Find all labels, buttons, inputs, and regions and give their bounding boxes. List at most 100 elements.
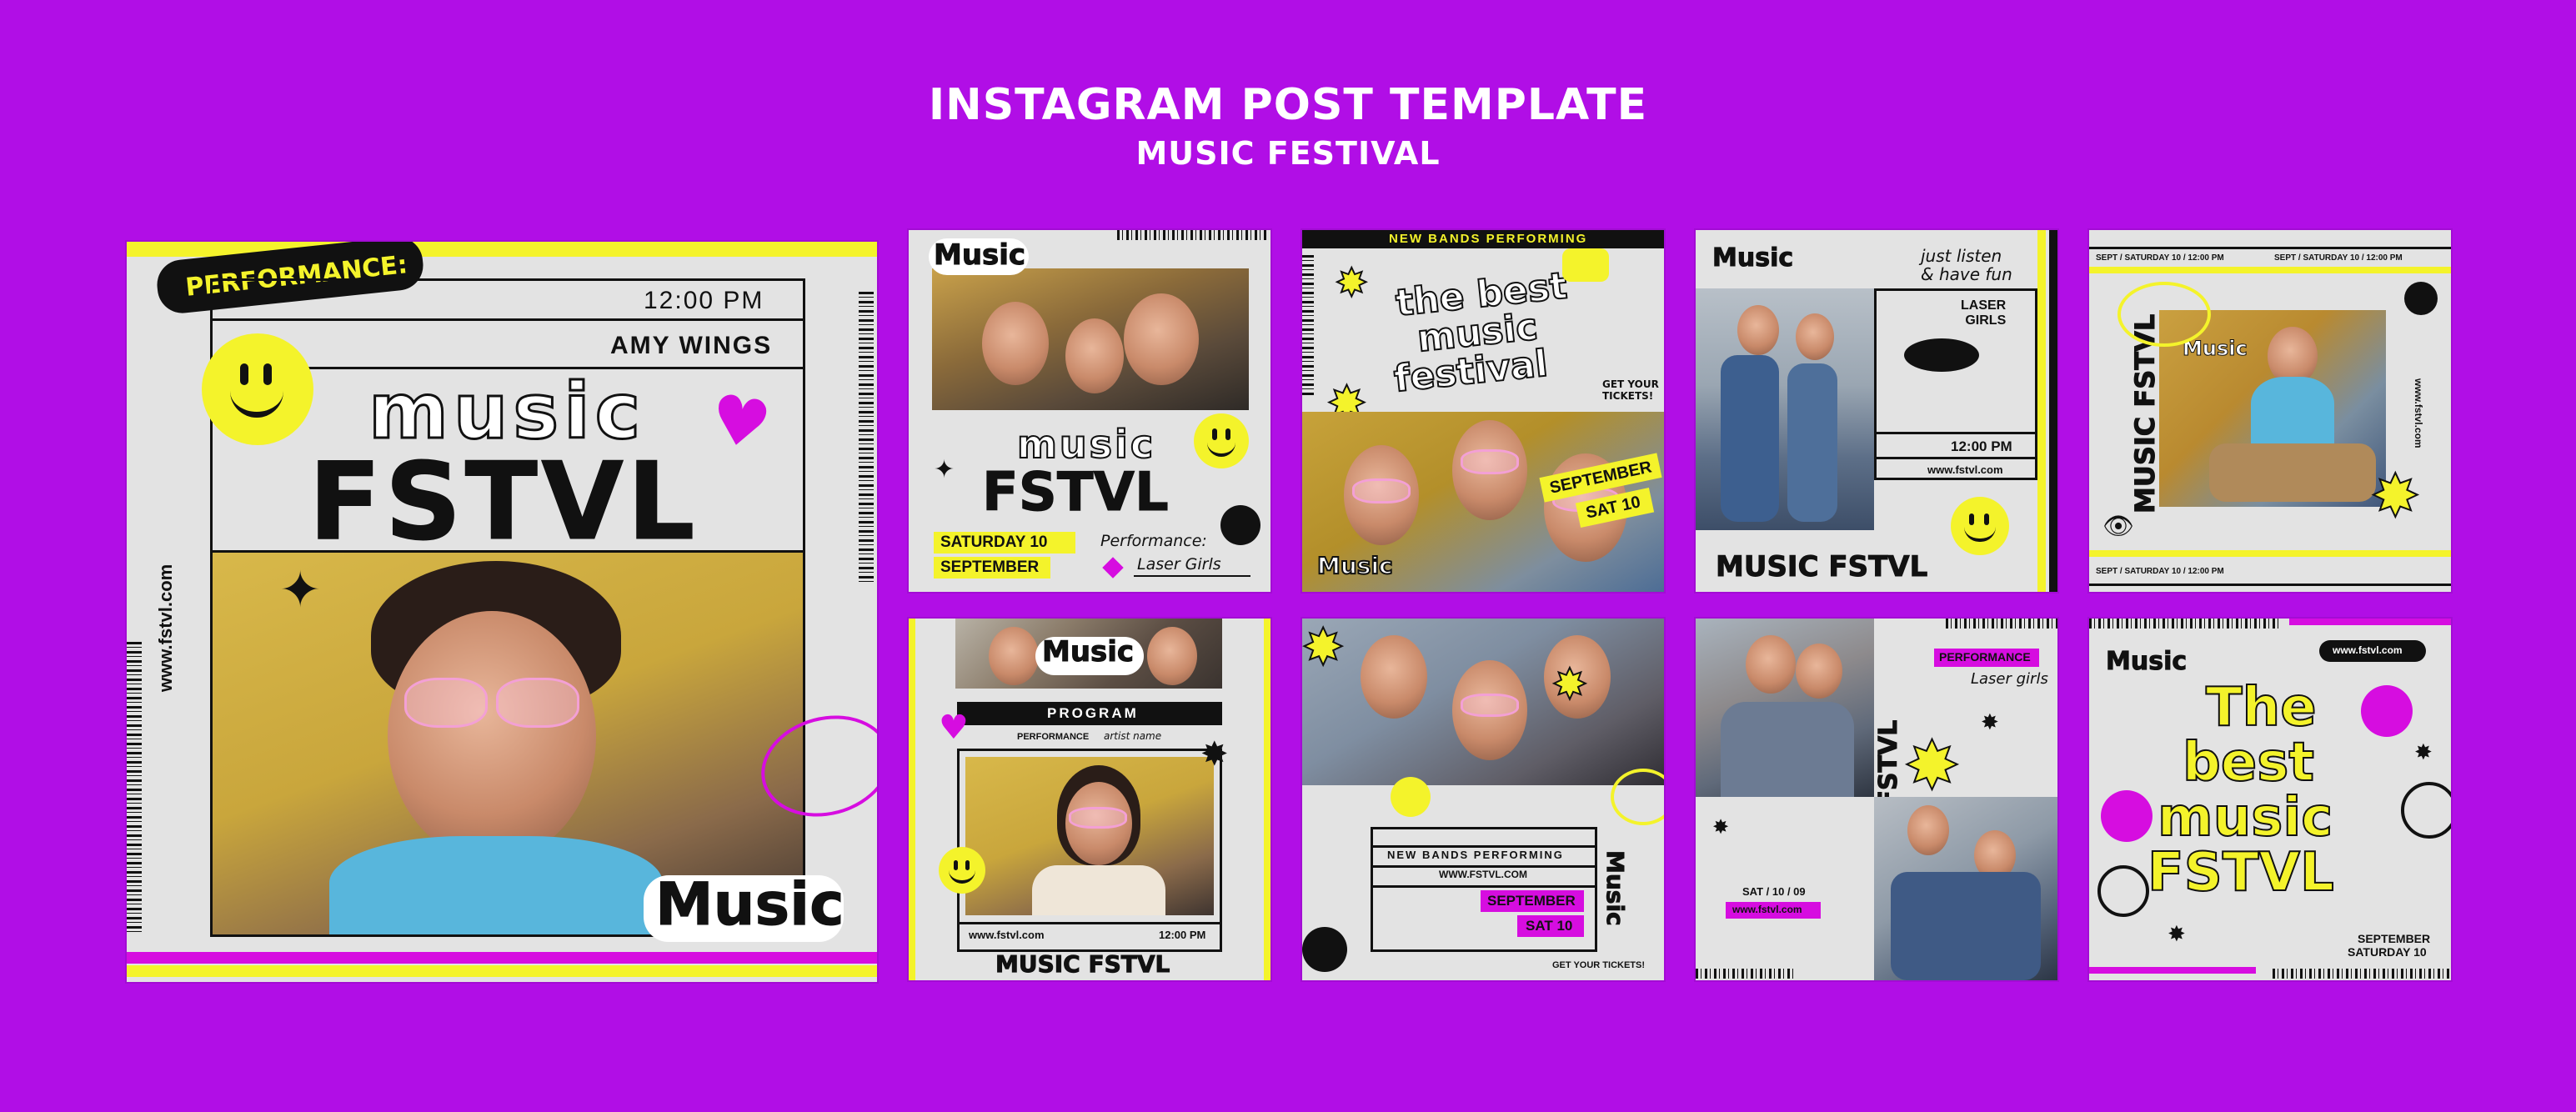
divider	[1371, 845, 1597, 848]
barcode	[859, 292, 874, 584]
bottom-yellow-stripe	[127, 965, 877, 977]
date-text: SAT / 10 / 09	[1742, 885, 1806, 898]
scribble-doodle	[1611, 769, 1664, 825]
post-card-large[interactable]: PERFORMANCE: 12:00 PM AMY WINGS music FS…	[127, 242, 877, 982]
bottom-magenta-stripe	[2089, 967, 2256, 974]
handwritten-note: just listen & have fun	[1921, 246, 2012, 284]
site-text: www.fstvl.com	[969, 929, 1045, 941]
post-card-2[interactable]: Music music FSTVL ✦ SATURDAY 10 SEPTEMBE…	[909, 230, 1270, 592]
eye-icon: 👁	[2102, 512, 2135, 541]
strip-text: SEPT / SATURDAY 10 / 12:00 PM	[2096, 567, 2224, 576]
tickets-text: GET YOUR TICKETS!	[1602, 378, 1659, 402]
music-sticker: Music	[2183, 337, 2248, 361]
star-icon: ✸	[1551, 659, 1588, 709]
barcode	[1946, 619, 2057, 629]
smiley-face-icon	[1562, 248, 1609, 282]
music-sticker: Music	[1041, 635, 1135, 669]
barcode	[2089, 619, 2281, 629]
right-yellow-stripe	[1264, 619, 1270, 980]
date-2: SATURDAY 10	[2348, 945, 2427, 959]
date-2: SAT 10	[1526, 918, 1573, 934]
music-sticker: Music	[1316, 551, 1394, 580]
star-icon: ✸	[1200, 735, 1229, 774]
music-sticker: Music	[2105, 647, 2188, 677]
time-text: 12:00 PM	[644, 287, 764, 314]
star-icon: ✸	[1302, 619, 1345, 678]
arrow-shape	[1102, 557, 1124, 579]
sitting-photo	[1874, 797, 2057, 980]
star-icon: ✸	[1903, 726, 1961, 805]
divider	[1874, 457, 2037, 459]
post-card-6[interactable]: Music PROGRAM PERFORMANCE artist name ♥ …	[909, 619, 1270, 980]
barcode	[127, 642, 142, 934]
post-card-3[interactable]: NEW BANDS PERFORMING the best music fest…	[1302, 230, 1664, 592]
program-text: PROGRAM	[1047, 705, 1139, 721]
artist-text: AMY WINGS	[610, 332, 773, 359]
page-title: INSTAGRAM POST TEMPLATE	[928, 80, 1648, 130]
post-card-4[interactable]: Music just listen & have fun LASER GIRLS…	[1696, 230, 2057, 592]
fstvl-word: FSTVL	[982, 462, 1170, 524]
barcode	[2273, 969, 2451, 979]
barcode	[1302, 255, 1314, 397]
smiley-face-icon	[1951, 497, 2009, 555]
star-icon: ✸	[1335, 259, 1369, 306]
barcode	[1696, 969, 1796, 979]
sparkle-icon: ✸	[2414, 740, 2433, 765]
artist-text: artist name	[1104, 730, 1162, 742]
performance-label: Performance:	[1100, 532, 1207, 550]
scribble-doodle	[2401, 782, 2451, 839]
smiley-face-icon	[2361, 685, 2413, 737]
date-line-1: SATURDAY 10	[940, 533, 1048, 551]
footer-title: MUSIC FSTVL	[995, 950, 1170, 979]
group-photo	[932, 268, 1249, 410]
group-photo	[1302, 619, 1664, 785]
post-card-9[interactable]: Music www.fstvl.com The best music FSTVL…	[2089, 619, 2451, 980]
scribble-doodle	[2117, 282, 2211, 347]
banner-text: NEW BANDS PERFORMING	[1389, 232, 1588, 246]
date-1: SEPTEMBER	[1487, 893, 1576, 909]
starburst-icon: ✸	[2370, 461, 2421, 531]
divider	[210, 318, 805, 321]
site-text: www.fstvl.com	[1927, 463, 2003, 476]
divider	[957, 922, 1222, 924]
yellow-stripe	[2089, 550, 2451, 557]
time-text: 12:00 PM	[1159, 929, 1206, 941]
headline-2: best	[2182, 731, 2315, 794]
post-card-5[interactable]: SEPT / SATURDAY 10 / 12:00 PM SEPT / SAT…	[2089, 230, 2451, 592]
site-vertical: www.fstvl.com	[2413, 378, 2424, 448]
headline-3: music	[2157, 786, 2333, 849]
site-vertical: www.fstvl.com	[155, 564, 176, 692]
scribble-doodle	[2097, 865, 2149, 917]
music-sticker: Music	[933, 238, 1026, 273]
headline-4: FSTVL	[2147, 841, 2335, 904]
planet-icon	[2404, 282, 2438, 315]
bottom-strip	[2089, 584, 2451, 586]
strip-text: SEPT / SATURDAY 10 / 12:00 PM	[2274, 253, 2403, 263]
vertical-sticker: Music	[1601, 850, 1630, 927]
performer-name: Laser girls	[1971, 670, 2048, 688]
divider	[1371, 885, 1597, 888]
sparkle-icon: ✦	[934, 455, 955, 484]
site-text: www.fstvl.com	[2333, 644, 2403, 656]
right-yellow-stripe	[2037, 230, 2046, 592]
banner-text: NEW BANDS PERFORMING	[1387, 849, 1564, 861]
divider	[1874, 432, 2037, 434]
date-1: SEPTEMBER	[2358, 932, 2431, 945]
yellow-stripe	[2089, 267, 2451, 273]
performance-text: PERFORMANCE	[1939, 650, 2031, 664]
bottom-magenta-stripe	[127, 952, 877, 964]
footer-title: MUSIC FSTVL	[1715, 550, 1928, 584]
heart-icon: ♥	[939, 709, 969, 747]
post-card-8[interactable]: PERFORMANCE Laser girls ✸ MUSIC FSTVL ✸ …	[1696, 619, 2057, 980]
ufo-icon	[1904, 338, 1979, 372]
date-line-2: SEPTEMBER	[940, 559, 1040, 576]
laser-text: LASER GIRLS	[1961, 298, 2007, 328]
smiley-face-icon	[1391, 777, 1431, 817]
planet-icon	[1302, 927, 1347, 972]
headline-3: festival	[1391, 341, 1551, 401]
smiley-face-icon	[1194, 413, 1249, 468]
post-card-7[interactable]: ✸ ✸ NEW BANDS PERFORMING WWW.FSTVL.COM S…	[1302, 619, 1664, 980]
right-black-stripe	[2049, 230, 2057, 592]
fstvl-word: FSTVL	[308, 440, 699, 565]
smiley-face-icon	[202, 333, 313, 445]
